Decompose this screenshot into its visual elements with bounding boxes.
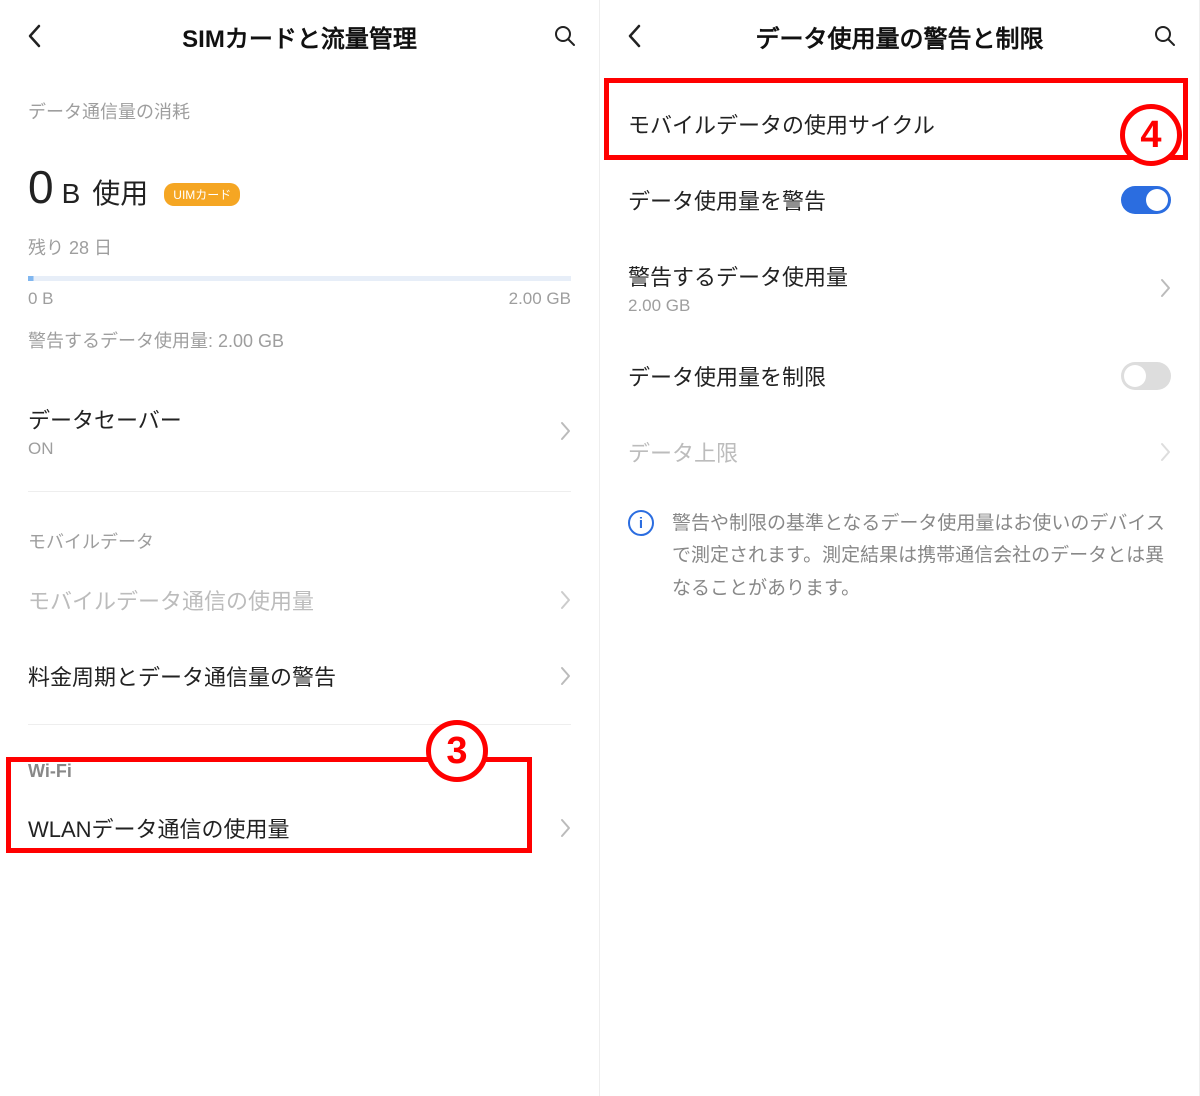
row-mobile-data-usage[interactable]: モバイルデータ通信の使用量 (0, 562, 599, 638)
warn-amount-title: 警告するデータ使用量 (628, 260, 1160, 292)
row-limit-data-usage[interactable]: データ使用量を制限 (600, 338, 1199, 414)
chevron-right-icon (560, 421, 571, 441)
scale-min: 0 B (28, 289, 54, 309)
chevron-right-icon (1160, 442, 1171, 462)
uim-badge: UIMカード (164, 183, 240, 206)
row-wlan-usage[interactable]: WLANデータ通信の使用量 (0, 790, 599, 866)
scale-max: 2.00 GB (509, 289, 571, 309)
usage-amount: 0 (28, 160, 54, 214)
data-saver-title: データセーバー (28, 403, 560, 435)
data-cap-title: データ上限 (628, 436, 1160, 468)
remaining-days: 残り 28 日 (28, 234, 571, 260)
row-data-saver[interactable]: データセーバー ON (0, 381, 599, 481)
usage-unit: B (62, 178, 81, 210)
search-icon (553, 24, 577, 48)
back-button[interactable] (620, 22, 648, 50)
search-button[interactable] (551, 22, 579, 50)
toggle-warn-data[interactable] (1121, 186, 1171, 214)
chevron-right-icon (1160, 114, 1171, 134)
search-button[interactable] (1151, 22, 1179, 50)
chevron-right-icon (560, 818, 571, 838)
usage-label: 使用 (92, 172, 148, 212)
section-mobile-data: モバイルデータ (0, 502, 599, 562)
usage-summary: 0 B 使用 UIMカード 残り 28 日 0 B 2.00 GB 警告するデー… (0, 132, 599, 361)
chevron-right-icon (560, 666, 571, 686)
progress-scale: 0 B 2.00 GB (28, 289, 571, 309)
search-icon (1153, 24, 1177, 48)
chevron-left-icon (627, 24, 641, 48)
section-data-consumption: データ通信量の消耗 (0, 72, 599, 132)
divider (28, 724, 571, 725)
wlan-usage-title: WLANデータ通信の使用量 (28, 812, 560, 844)
usage-line: 0 B 使用 UIMカード (28, 160, 571, 214)
chevron-right-icon (560, 590, 571, 610)
row-data-cap: データ上限 (600, 414, 1199, 490)
screen-data-warning-limit: データ使用量の警告と制限 モバイルデータの使用サイクル データ使用量を警告 警告… (600, 0, 1200, 1096)
section-wifi: Wi-Fi (0, 735, 599, 790)
warn-data-title: データ使用量を警告 (628, 184, 1121, 216)
row-billing-cycle-warning[interactable]: 料金周期とデータ通信量の警告 (0, 638, 599, 714)
row-usage-cycle[interactable]: モバイルデータの使用サイクル (600, 86, 1199, 162)
billing-cycle-title: 料金周期とデータ通信量の警告 (28, 660, 560, 692)
data-saver-status: ON (28, 439, 560, 459)
chevron-left-icon (27, 24, 41, 48)
chevron-right-icon (1160, 278, 1171, 298)
back-button[interactable] (20, 22, 48, 50)
row-warn-amount[interactable]: 警告するデータ使用量 2.00 GB (600, 238, 1199, 338)
divider (28, 491, 571, 492)
usage-progress-bar (28, 276, 571, 281)
info-note: i 警告や制限の基準となるデータ使用量はお使いのデバイスで測定されます。測定結果… (600, 490, 1199, 623)
row-warn-data-usage[interactable]: データ使用量を警告 (600, 162, 1199, 238)
header: SIMカードと流量管理 (0, 0, 599, 72)
usage-cycle-title: モバイルデータの使用サイクル (628, 108, 1160, 140)
screen-sim-management: SIMカードと流量管理 データ通信量の消耗 0 B 使用 UIMカード 残り 2… (0, 0, 600, 1096)
info-icon: i (628, 510, 654, 536)
page-title: データ使用量の警告と制限 (756, 19, 1044, 54)
warning-threshold: 警告するデータ使用量: 2.00 GB (28, 327, 571, 353)
info-text: 警告や制限の基準となるデータ使用量はお使いのデバイスで測定されます。測定結果は携… (672, 508, 1171, 605)
limit-data-title: データ使用量を制限 (628, 360, 1121, 392)
mobile-data-usage-title: モバイルデータ通信の使用量 (28, 584, 560, 616)
toggle-limit-data[interactable] (1121, 362, 1171, 390)
header: データ使用量の警告と制限 (600, 0, 1199, 72)
warn-amount-value: 2.00 GB (628, 296, 1160, 316)
page-title: SIMカードと流量管理 (182, 19, 417, 54)
